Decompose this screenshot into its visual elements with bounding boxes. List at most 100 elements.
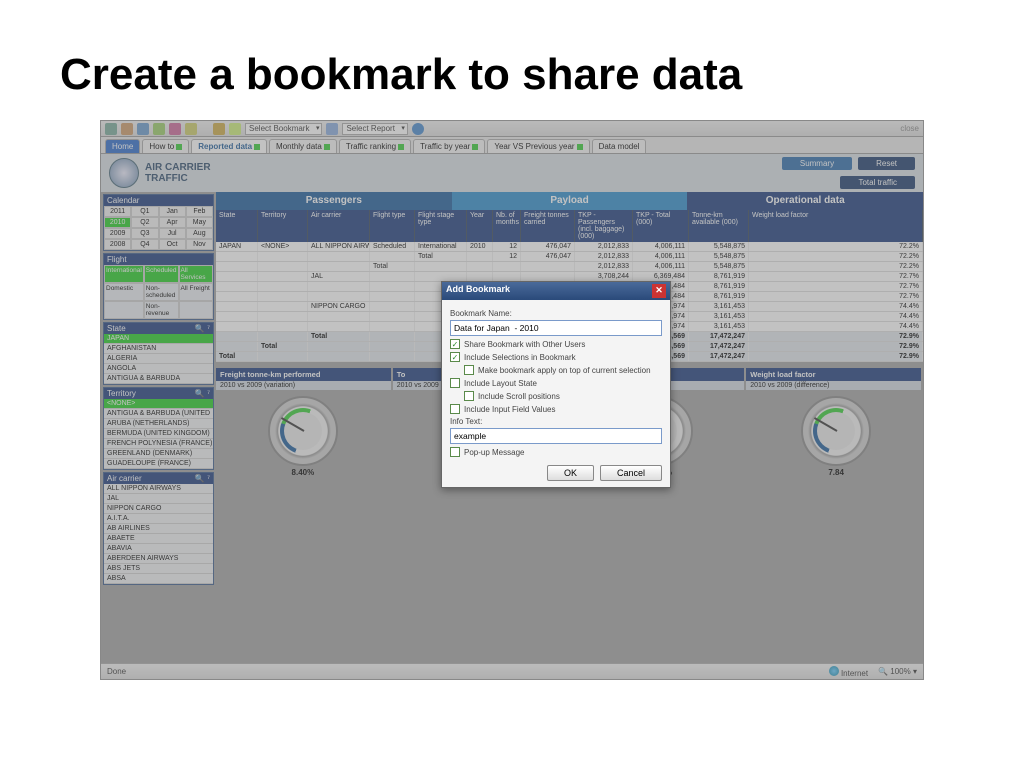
calendar-cell[interactable]: 2010 [104, 217, 131, 228]
col-header[interactable]: TKP - Total (000) [633, 210, 689, 242]
toolbar-icon[interactable] [105, 123, 117, 135]
toolbar-icon[interactable] [185, 123, 197, 135]
close-link[interactable]: close [900, 124, 919, 133]
bookmark-name-input[interactable] [450, 320, 662, 336]
col-header[interactable]: Year [467, 210, 493, 242]
col-header[interactable]: Tonne-km available (000) [689, 210, 749, 242]
col-header[interactable]: Weight load factor [749, 210, 923, 242]
col-header[interactable]: Territory [258, 210, 308, 242]
calendar-cell[interactable]: Q2 [131, 217, 158, 228]
include-layout-checkbox[interactable] [450, 378, 460, 388]
calendar-cell[interactable]: Apr [159, 217, 186, 228]
include-scroll-checkbox[interactable] [464, 391, 474, 401]
list-item[interactable]: A.I.T.A. [104, 514, 213, 524]
calendar-cell[interactable]: Q4 [131, 239, 158, 250]
list-item[interactable]: ARUBA (NETHERLANDS) [104, 419, 213, 429]
col-header[interactable]: Air carrier [308, 210, 370, 242]
tab-payload[interactable]: Payload [452, 192, 688, 210]
flight-cell[interactable]: Domestic [104, 283, 144, 301]
include-selections-checkbox[interactable] [450, 352, 460, 362]
apply-on-top-checkbox[interactable] [464, 365, 474, 375]
table-row[interactable]: Total12476,0472,012,8334,006,1115,548,87… [216, 252, 923, 262]
calendar-cell[interactable]: Jul [159, 228, 186, 239]
list-item[interactable]: ANTIGUA & BARBUDA (UNITED [104, 409, 213, 419]
list-item[interactable]: GUADELOUPE (FRANCE) [104, 459, 213, 469]
calendar-cell[interactable]: 2008 [104, 239, 131, 250]
search-icon[interactable]: 🔍 ⁷ [195, 474, 210, 483]
tab-passengers[interactable]: Passengers [216, 192, 452, 210]
list-item[interactable]: JAL [104, 494, 213, 504]
list-item[interactable]: JAPAN [104, 334, 213, 344]
tab-data-model[interactable]: Data model [592, 139, 647, 153]
select-bookmark-dropdown[interactable]: Select Bookmark [245, 123, 322, 135]
tab-by-year[interactable]: Traffic by year [413, 139, 485, 153]
list-item[interactable]: ABAETE [104, 534, 213, 544]
calendar-cell[interactable]: Aug [186, 228, 213, 239]
calendar-cell[interactable]: Oct [159, 239, 186, 250]
toolbar-icon[interactable] [137, 123, 149, 135]
flight-cell[interactable] [104, 301, 144, 319]
table-row[interactable]: JAPAN<NONE>ALL NIPPON AIRWAYSScheduledIn… [216, 242, 923, 252]
tab-ranking[interactable]: Traffic ranking [339, 139, 411, 153]
calendar-cell[interactable]: Feb [186, 206, 213, 217]
cancel-button[interactable]: Cancel [600, 465, 662, 481]
col-header[interactable]: TKP - Passengers (incl. baggage) (000) [575, 210, 633, 242]
table-row[interactable]: Total2,012,8334,006,1115,548,87572.2% [216, 262, 923, 272]
tab-howto[interactable]: How to [142, 139, 189, 153]
col-header[interactable]: Freight tonnes carried [521, 210, 575, 242]
calendar-cell[interactable]: 2009 [104, 228, 131, 239]
col-header[interactable]: Nb. of months [493, 210, 521, 242]
bookmark-icon[interactable] [213, 123, 225, 135]
search-icon[interactable]: 🔍 ⁷ [195, 389, 210, 398]
toolbar-icon[interactable] [169, 123, 181, 135]
tab-monthly[interactable]: Monthly data [269, 139, 337, 153]
col-header[interactable]: Flight stage type [415, 210, 467, 242]
flight-cell[interactable]: All Freight [179, 283, 213, 301]
dialog-titlebar[interactable]: Add Bookmark ✕ [442, 282, 670, 300]
total-traffic-button[interactable]: Total traffic [840, 176, 915, 189]
tab-home[interactable]: Home [105, 139, 140, 153]
list-item[interactable]: ANTIGUA & BARBUDA [104, 374, 213, 384]
flight-cell[interactable]: International [104, 265, 144, 283]
list-item[interactable]: AB AIRLINES [104, 524, 213, 534]
info-text-input[interactable] [450, 428, 662, 444]
flight-cell[interactable]: Non-scheduled [144, 283, 179, 301]
close-icon[interactable]: ✕ [652, 284, 666, 298]
tab-operational[interactable]: Operational data [687, 192, 923, 210]
col-header[interactable]: State [216, 210, 258, 242]
calendar-cell[interactable]: Q1 [131, 206, 158, 217]
popup-checkbox[interactable] [450, 447, 460, 457]
list-item[interactable]: AFGHANISTAN [104, 344, 213, 354]
share-checkbox[interactable] [450, 339, 460, 349]
list-item[interactable]: FRENCH POLYNESIA (FRANCE) [104, 439, 213, 449]
flight-cell[interactable]: All Services [179, 265, 213, 283]
toolbar-icon[interactable] [153, 123, 165, 135]
tab-reported-data[interactable]: Reported data [191, 139, 267, 153]
select-report-dropdown[interactable]: Select Report [342, 123, 407, 135]
list-item[interactable]: BERMUDA (UNITED KINGDOM) [104, 429, 213, 439]
summary-button[interactable]: Summary [782, 157, 852, 170]
flight-cell[interactable]: Scheduled [144, 265, 179, 283]
zoom-label[interactable]: 🔍 100% ▾ [878, 667, 917, 676]
calendar-cell[interactable]: 2011 [104, 206, 131, 217]
calendar-cell[interactable]: Q3 [131, 228, 158, 239]
toolbar-icon[interactable] [121, 123, 133, 135]
include-input-checkbox[interactable] [450, 404, 460, 414]
reset-button[interactable]: Reset [858, 157, 915, 170]
ok-button[interactable]: OK [547, 465, 594, 481]
search-icon[interactable]: 🔍 ⁷ [195, 324, 210, 333]
calendar-cell[interactable]: Jan [159, 206, 186, 217]
list-item[interactable]: ABAVIA [104, 544, 213, 554]
calendar-cell[interactable]: Nov [186, 239, 213, 250]
list-item[interactable]: ABS JETS [104, 564, 213, 574]
flight-cell[interactable]: Non-revenue [144, 301, 179, 319]
list-item[interactable]: ANGOLA [104, 364, 213, 374]
col-header[interactable]: Flight type [370, 210, 415, 242]
list-item[interactable]: ALL NIPPON AIRWAYS [104, 484, 213, 494]
list-item[interactable]: GREENLAND (DENMARK) [104, 449, 213, 459]
list-item[interactable]: ABERDEEN AIRWAYS [104, 554, 213, 564]
list-item[interactable]: ALGERIA [104, 354, 213, 364]
report-icon[interactable] [326, 123, 338, 135]
tab-yvp[interactable]: Year VS Previous year [487, 139, 589, 153]
list-item[interactable]: NIPPON CARGO [104, 504, 213, 514]
